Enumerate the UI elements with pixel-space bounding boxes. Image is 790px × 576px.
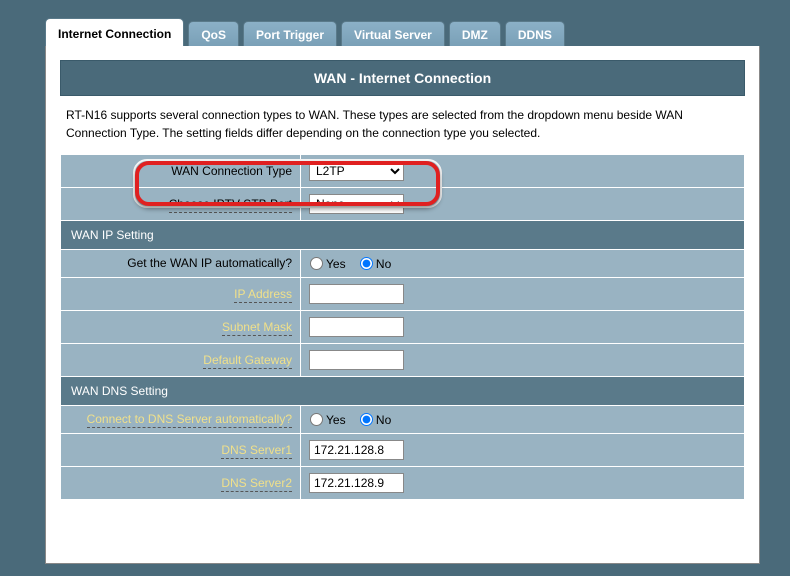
iptv-port-cell: None: [301, 188, 745, 221]
wan-conn-type-select[interactable]: L2TP: [309, 161, 404, 181]
dns-server2-cell: [301, 466, 745, 499]
default-gateway-label: Default Gateway: [61, 343, 301, 376]
page-title: WAN - Internet Connection: [60, 60, 745, 96]
wan-ip-auto-cell: Yes No: [301, 250, 745, 278]
page-description: RT-N16 supports several connection types…: [60, 96, 745, 154]
tab-port-trigger[interactable]: Port Trigger: [243, 21, 337, 46]
tab-virtual-server[interactable]: Virtual Server: [341, 21, 445, 46]
dns-server1-label: DNS Server1: [61, 433, 301, 466]
ip-address-cell: [301, 277, 745, 310]
default-gateway-cell: [301, 343, 745, 376]
wan-dns-section-header: WAN DNS Setting: [61, 376, 745, 405]
dns-server2-label: DNS Server2: [61, 466, 301, 499]
wan-conn-type-label: WAN Connection Type: [61, 155, 301, 188]
tabs-bar: Internet Connection QoS Port Trigger Vir…: [0, 0, 790, 46]
iptv-port-select[interactable]: None: [309, 194, 404, 214]
dns-server1-cell: [301, 433, 745, 466]
wan-ip-auto-no-radio[interactable]: [360, 257, 373, 270]
tab-ddns[interactable]: DDNS: [505, 21, 565, 46]
wan-ip-auto-yes-radio[interactable]: [310, 257, 323, 270]
dns-server1-input[interactable]: [309, 440, 404, 460]
ip-address-input[interactable]: [309, 284, 404, 304]
subnet-mask-cell: [301, 310, 745, 343]
wan-ip-auto-yes-label: Yes: [326, 257, 346, 271]
wan-ip-auto-label: Get the WAN IP automatically?: [61, 250, 301, 278]
tab-qos[interactable]: QoS: [188, 21, 239, 46]
dns-auto-yes-radio[interactable]: [310, 413, 323, 426]
wan-ip-section-header: WAN IP Setting: [61, 221, 745, 250]
ip-address-label: IP Address: [61, 277, 301, 310]
wan-conn-type-cell: L2TP: [301, 155, 745, 188]
dns-auto-yes-label: Yes: [326, 413, 346, 427]
iptv-port-label: Choose IPTV STB Port: [61, 188, 301, 221]
dns-auto-no-label: No: [376, 413, 391, 427]
dns-auto-label: Connect to DNS Server automatically?: [61, 405, 301, 433]
dns-auto-no-radio[interactable]: [360, 413, 373, 426]
settings-table: WAN Connection Type L2TP Choose IPTV STB…: [60, 154, 745, 500]
tab-dmz[interactable]: DMZ: [449, 21, 501, 46]
dns-auto-cell: Yes No: [301, 405, 745, 433]
wan-ip-auto-no-label: No: [376, 257, 391, 271]
subnet-mask-label: Subnet Mask: [61, 310, 301, 343]
subnet-mask-input[interactable]: [309, 317, 404, 337]
dns-server2-input[interactable]: [309, 473, 404, 493]
tab-internet-connection[interactable]: Internet Connection: [45, 18, 184, 46]
default-gateway-input[interactable]: [309, 350, 404, 370]
content-panel: WAN - Internet Connection RT-N16 support…: [45, 46, 760, 564]
